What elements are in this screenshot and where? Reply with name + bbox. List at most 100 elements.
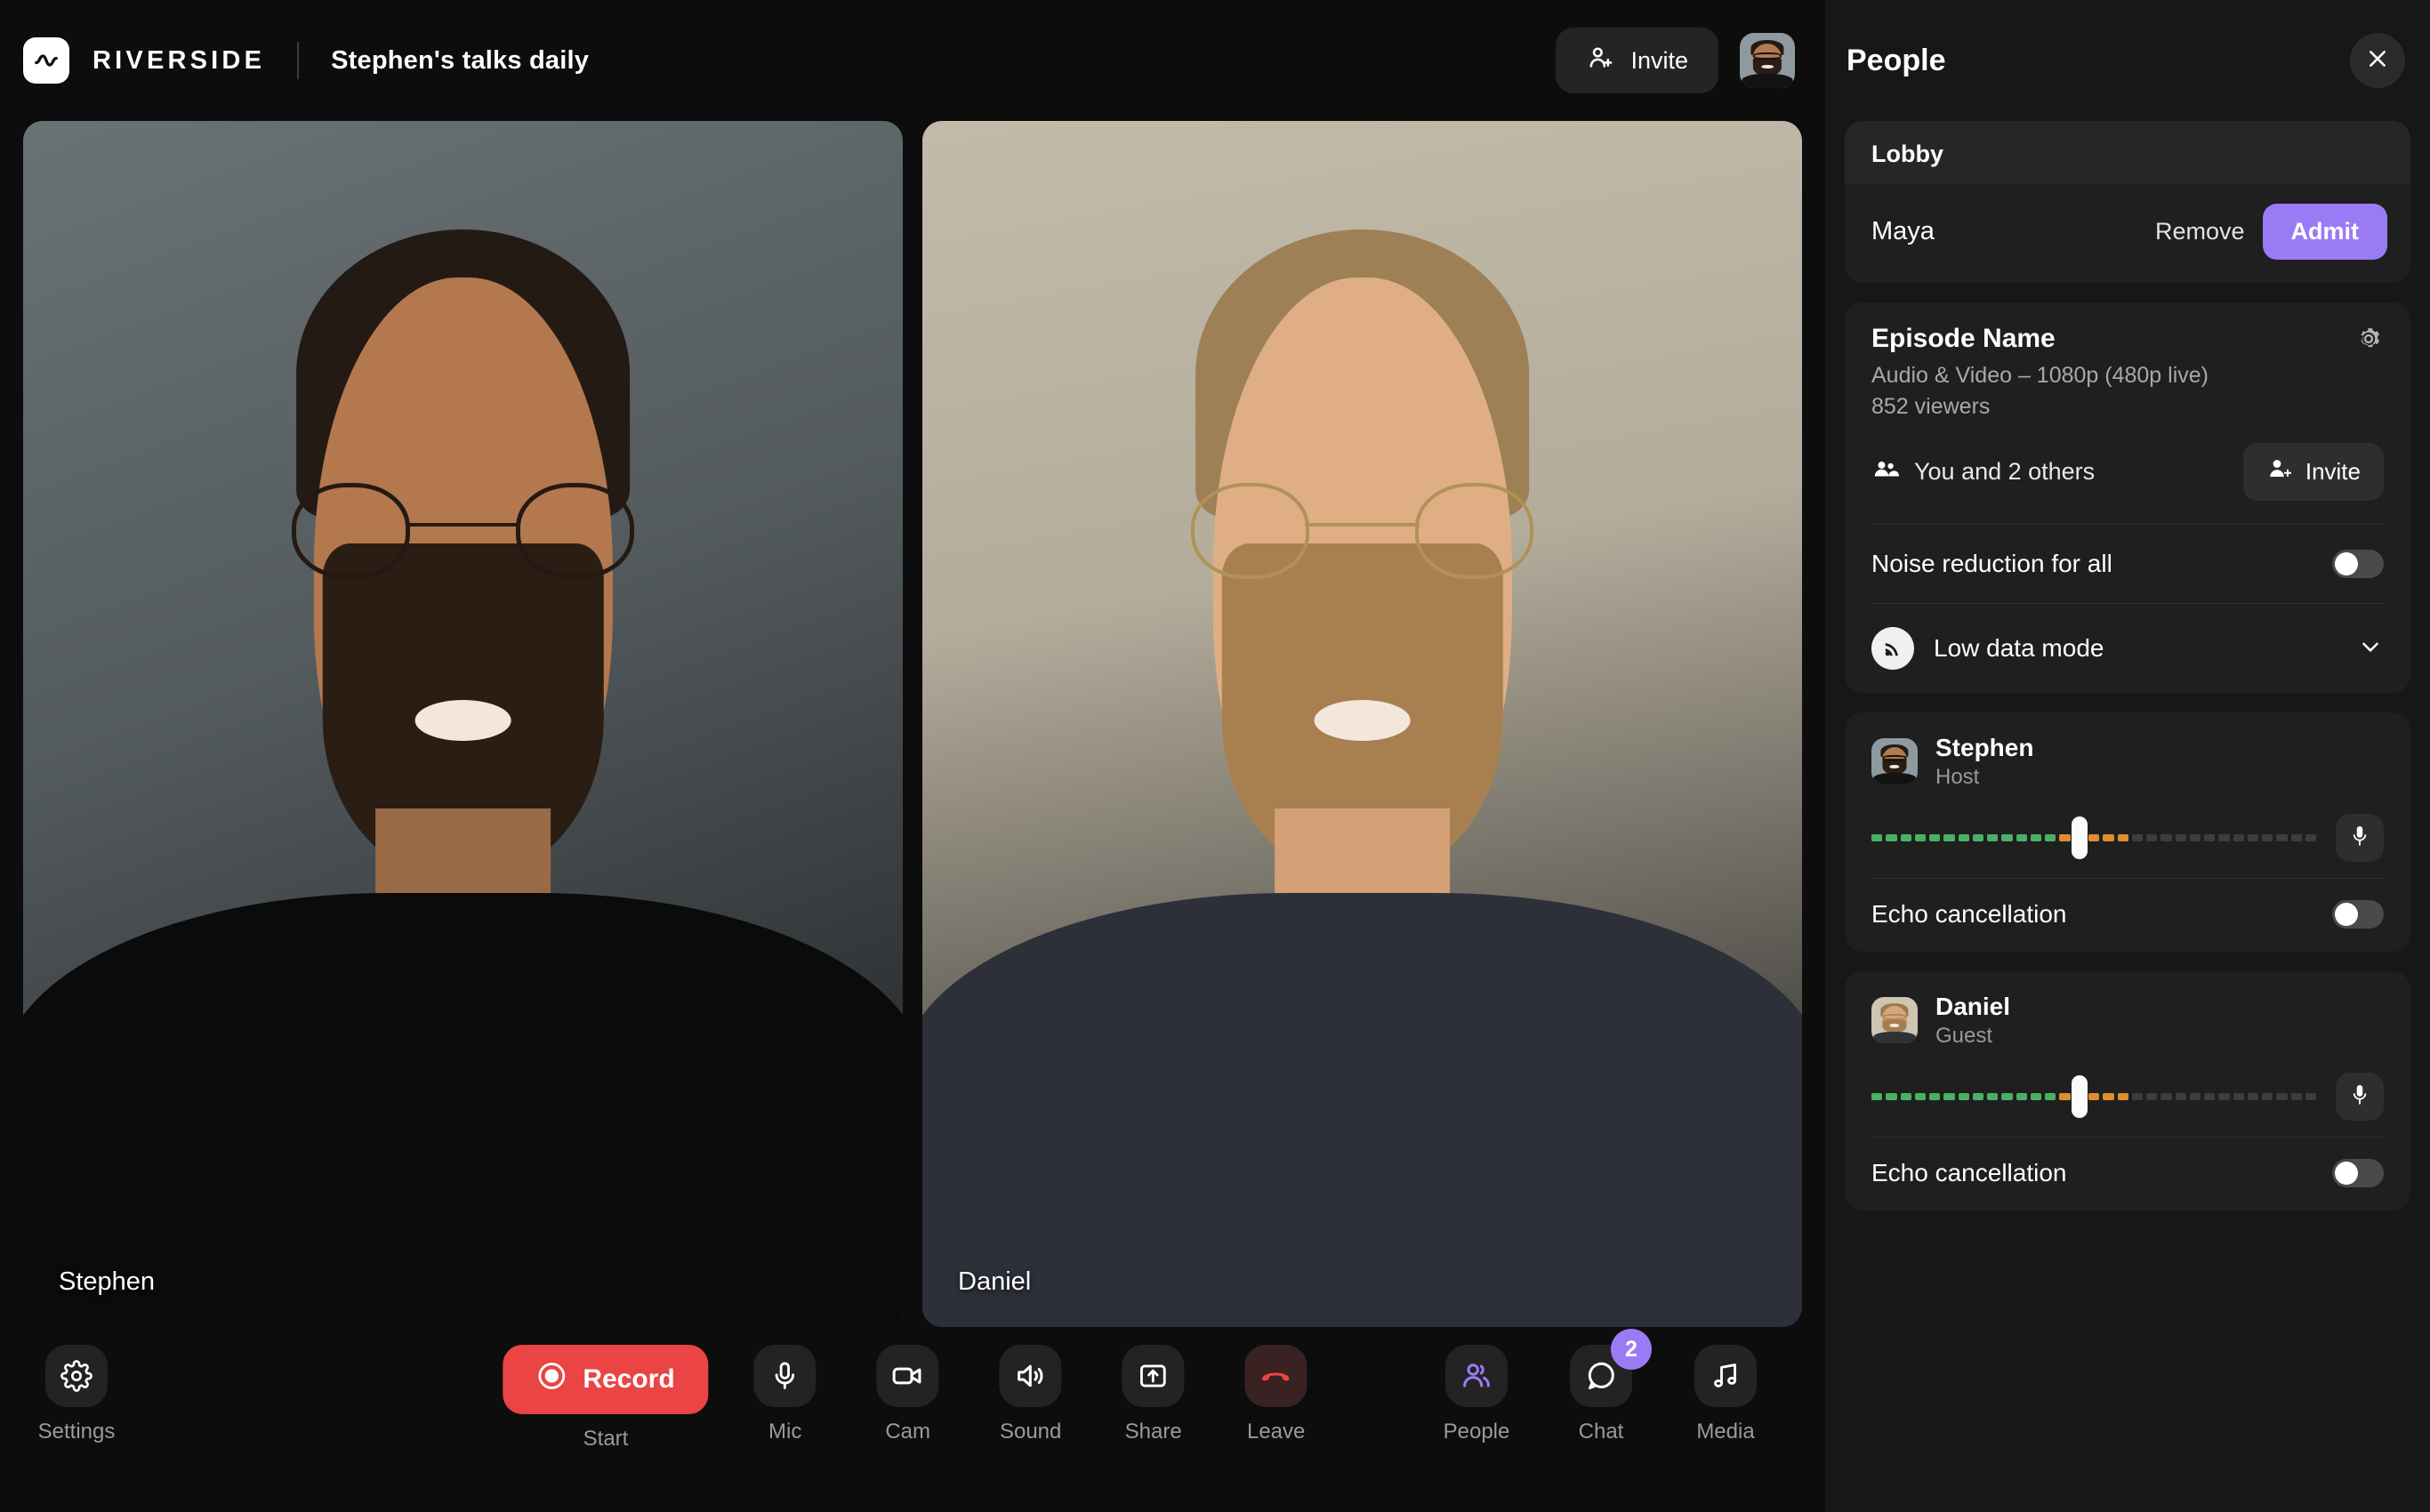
meter-segment	[2276, 834, 2288, 842]
panel-body: Lobby Maya Remove Admit Episode Name Aud…	[1825, 121, 2430, 1512]
video-camera-icon	[876, 1345, 939, 1407]
meter-segment	[2290, 1093, 2302, 1101]
record-button[interactable]: Record Start	[503, 1345, 709, 1452]
participant-mic-button[interactable]	[2336, 1073, 2384, 1122]
audio-slider-handle[interactable]	[2072, 1075, 2088, 1119]
noise-reduction-toggle[interactable]	[2332, 550, 2384, 578]
meter-segment	[2131, 834, 2144, 842]
meter-segment	[2088, 834, 2100, 842]
room-title: Stephen's talks daily	[331, 45, 590, 75]
record-pill: Record	[503, 1345, 709, 1414]
settings-button[interactable]: Settings	[30, 1345, 123, 1444]
meter-segment	[2204, 1093, 2216, 1101]
share-button[interactable]: Share	[1107, 1345, 1200, 1444]
audio-meter-row	[1871, 814, 2384, 863]
participant-header: Stephen Host	[1871, 732, 2384, 791]
video-tile-label: Daniel	[958, 1267, 1032, 1296]
riverside-studio-app: RIVERSIDE Stephen's talks daily Invite S…	[0, 0, 2430, 1512]
invite-button[interactable]: Invite	[1556, 28, 1718, 93]
toolbar-center: Record Start Mic Cam Sound Share Leave	[503, 1345, 1322, 1452]
cam-button[interactable]: Cam	[862, 1345, 954, 1444]
chat-badge: 2	[1611, 1329, 1652, 1370]
sound-button[interactable]: Sound	[985, 1345, 1077, 1444]
avatar[interactable]	[1740, 33, 1795, 88]
meter-segment	[2262, 834, 2273, 842]
lobby-row: Maya Remove Admit	[1845, 184, 2410, 283]
gear-icon	[45, 1345, 108, 1407]
participant-card: Daniel Guest Echo cancellation	[1845, 971, 2410, 1211]
audio-level-slider[interactable]	[1871, 816, 2317, 860]
echo-cancellation-label: Echo cancellation	[1871, 900, 2067, 929]
meter-segment	[1929, 834, 1941, 842]
meter-segment	[2175, 834, 2186, 842]
mic-button[interactable]: Mic	[739, 1345, 832, 1444]
participant-role: Guest	[1935, 1024, 1993, 1049]
meter-segment	[2189, 1093, 2201, 1101]
meter-segment	[2059, 1093, 2071, 1101]
episode-settings-button[interactable]	[2354, 324, 2384, 358]
panel-invite-button[interactable]: Invite	[2242, 443, 2384, 501]
close-panel-button[interactable]	[2350, 33, 2405, 88]
episode-quality: Audio & Video – 1080p (480p live)	[1871, 363, 2209, 388]
meter-segment	[2030, 834, 2042, 842]
meter-segment	[1900, 834, 1911, 842]
meter-segment	[2276, 1093, 2288, 1101]
echo-cancellation-label: Echo cancellation	[1871, 1159, 2067, 1187]
meter-segment	[1914, 834, 1927, 842]
episode-info: Episode Name Audio & Video – 1080p (480p…	[1845, 302, 2410, 524]
admit-button[interactable]: Admit	[2262, 204, 2387, 260]
meter-segment	[1958, 834, 1969, 842]
meter-segment	[2088, 1093, 2100, 1101]
main-area: RIVERSIDE Stephen's talks daily Invite S…	[0, 0, 1825, 1512]
meter-segment	[2045, 1093, 2056, 1101]
avatar	[1871, 738, 1918, 785]
meter-segment	[1972, 1093, 1984, 1101]
lobby-person-name: Maya	[1871, 217, 1935, 245]
record-circle-icon	[536, 1361, 567, 1398]
chat-bubble-icon: 2	[1570, 1329, 1652, 1407]
signal-icon	[1871, 627, 1914, 670]
audio-level-slider[interactable]	[1871, 1075, 2317, 1119]
echo-cancellation-toggle[interactable]	[2332, 900, 2384, 929]
meter-segment	[1871, 1093, 1883, 1101]
meter-segment	[2305, 1093, 2317, 1101]
participant-names: Daniel Guest	[1935, 991, 2010, 1050]
people-panel: People Lobby Maya Remove Admit Episode N…	[1825, 0, 2430, 1512]
media-button[interactable]: Media	[1679, 1345, 1772, 1444]
meter-segment	[2045, 834, 2056, 842]
audio-slider-handle[interactable]	[2072, 816, 2088, 860]
microphone-icon	[2347, 1082, 2372, 1112]
people-label: People	[1443, 1420, 1510, 1444]
meter-segment	[1886, 1093, 1897, 1101]
echo-cancellation-toggle[interactable]	[2332, 1159, 2384, 1188]
participant-mic-button[interactable]	[2336, 814, 2384, 863]
low-data-mode-row[interactable]: Low data mode	[1845, 604, 2410, 693]
meter-segment	[1929, 1093, 1941, 1101]
leave-button[interactable]: Leave	[1230, 1345, 1323, 1444]
lobby-heading: Lobby	[1845, 121, 2410, 184]
video-tile-daniel[interactable]: Daniel	[922, 121, 1802, 1327]
chat-button[interactable]: 2 Chat	[1555, 1329, 1652, 1444]
meter-segment	[1958, 1093, 1969, 1101]
meter-segment	[2262, 1093, 2273, 1101]
video-tile-stephen[interactable]: Stephen	[23, 121, 903, 1327]
echo-cancellation-row: Echo cancellation	[1845, 1138, 2410, 1210]
meter-segment	[2001, 834, 2013, 842]
toolbar-right: People 2 Chat Media	[1430, 1329, 1772, 1444]
meter-segment	[1900, 1093, 1911, 1101]
gear-icon	[2354, 328, 2384, 358]
audio-level-segments	[1871, 1093, 2317, 1101]
share-upload-icon	[1122, 1345, 1185, 1407]
meter-segment	[1943, 834, 1955, 842]
meter-segment	[2290, 834, 2302, 842]
microphone-icon	[753, 1345, 817, 1407]
people-button[interactable]: People	[1430, 1345, 1523, 1444]
noise-reduction-row: Noise reduction for all	[1845, 525, 2410, 603]
remove-button[interactable]: Remove	[2155, 218, 2245, 245]
microphone-icon	[2347, 824, 2372, 853]
participant-video-stephen	[23, 121, 903, 1327]
meter-segment	[2247, 1093, 2259, 1101]
leave-label: Leave	[1246, 1420, 1306, 1444]
participant-video-daniel	[922, 121, 1802, 1327]
avatar-face	[1871, 738, 1918, 785]
